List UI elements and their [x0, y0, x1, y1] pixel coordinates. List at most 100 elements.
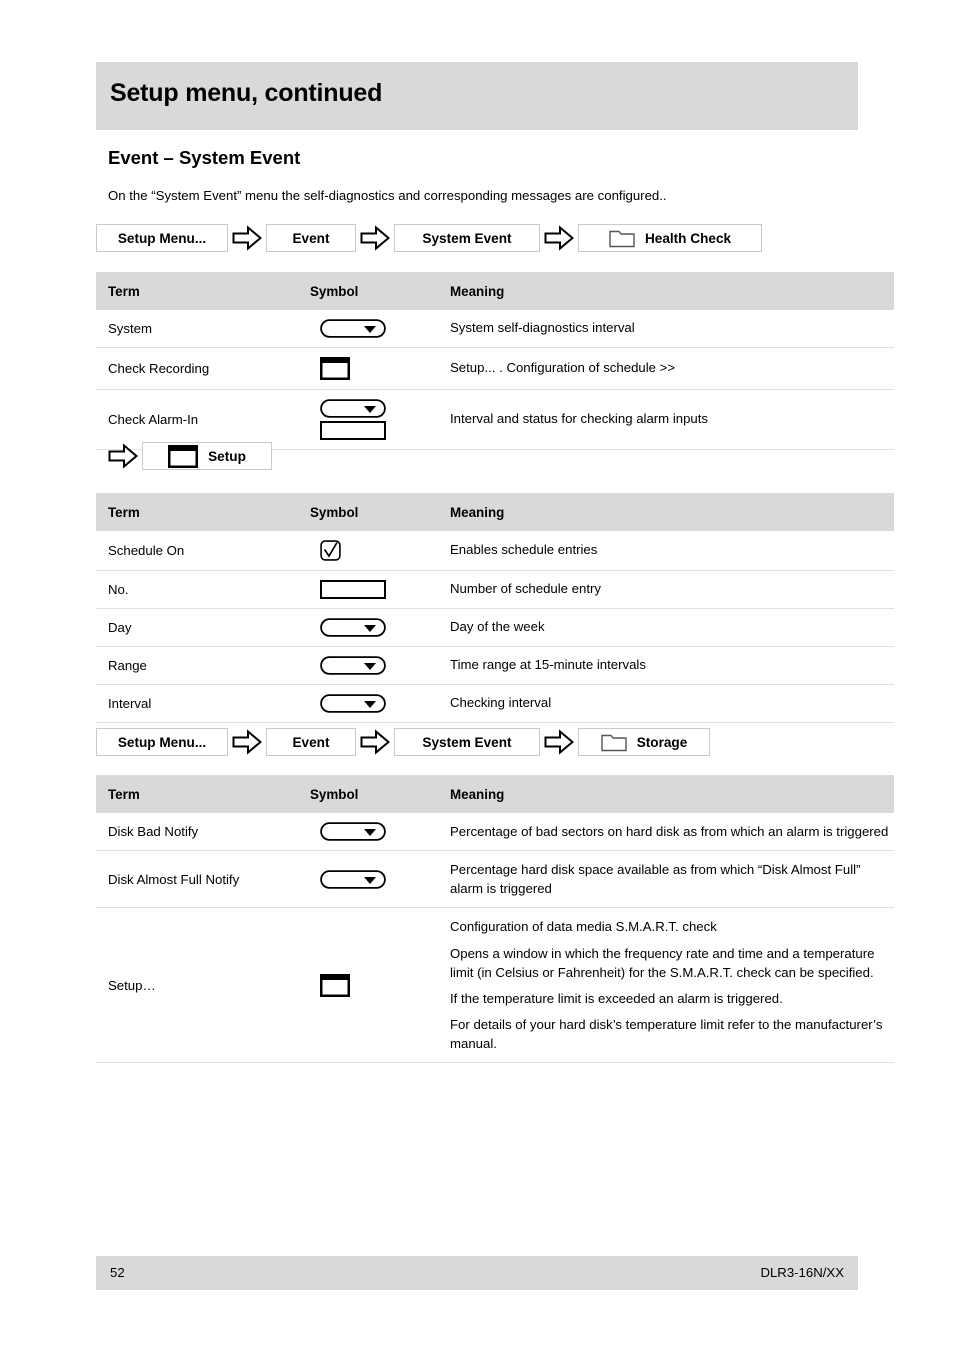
cell-meaning: Enables schedule entries — [438, 531, 894, 571]
breadcrumb-item[interactable]: Event — [266, 224, 356, 252]
column-header-symbol: Symbol — [298, 272, 438, 310]
footer-model-label: DLR3-16N/XX — [760, 1265, 844, 1280]
meaning-text: Interval and status for checking alarm i… — [450, 411, 709, 427]
meaning-paragraph: If the temperature limit is exceeded an … — [450, 990, 783, 1006]
breadcrumb-separator — [356, 729, 394, 755]
cell-symbol — [298, 850, 438, 909]
setup-link-row: Setup — [104, 441, 272, 471]
document-page: Setup menu, continued Event – System Eve… — [0, 0, 954, 1354]
table-row: System System self-diagnostics interval — [96, 310, 894, 348]
column-header-meaning: Meaning — [438, 493, 894, 531]
table-row: No. Number of schedule entry — [96, 570, 894, 609]
table-row: Day Day of the week — [96, 608, 894, 647]
table-row: Disk Bad Notify Percentage of bad sectors… — [96, 813, 894, 852]
breadcrumb-item-label: Health Check — [644, 230, 732, 246]
meaning-text: System self-diagnostics interval — [450, 320, 635, 336]
breadcrumb-item-label: Setup Menu... — [117, 230, 207, 246]
breadcrumb-separator — [540, 729, 578, 755]
cell-term: Day — [96, 608, 298, 647]
breadcrumb-separator — [540, 225, 578, 251]
column-header-symbol: Symbol — [298, 493, 438, 531]
breadcrumb: Setup Menu... Event System Event Storage — [96, 727, 710, 757]
dropdown-icon — [320, 656, 386, 675]
cell-term: Schedule On — [96, 531, 298, 571]
dropdown-icon — [320, 822, 386, 841]
meaning-text: Checking interval — [450, 695, 552, 711]
column-header-term: Term — [96, 775, 298, 813]
cell-meaning: Percentage hard disk space available as … — [438, 850, 894, 909]
breadcrumb-item[interactable]: System Event — [394, 224, 540, 252]
table-body: Schedule On Enables schedule entries No. Nu… — [96, 531, 894, 723]
cell-term: Range — [96, 646, 298, 685]
breadcrumb-item-label: Setup Menu... — [117, 734, 207, 750]
page-title: Setup menu, continued — [110, 79, 383, 107]
column-header-meaning: Meaning — [438, 272, 894, 310]
table-header-row: Term Symbol Meaning — [96, 272, 894, 310]
dropdown-icon — [320, 869, 386, 889]
health-check-table: Term Symbol Meaning System System self-di… — [96, 272, 894, 450]
cell-meaning: Interval and status for checking alarm i… — [438, 389, 894, 450]
meaning-paragraph: Percentage hard disk space available as … — [450, 862, 861, 897]
meaning-paragraph: Percentage of bad sectors on hard disk a… — [450, 824, 889, 839]
column-header-symbol: Symbol — [298, 775, 438, 813]
cell-meaning: Day of the week — [438, 608, 894, 647]
cell-symbol — [298, 347, 438, 390]
cell-meaning: Checking interval — [438, 684, 894, 723]
textbox-icon — [320, 421, 386, 440]
storage-table: Term Symbol Meaning Disk Bad Notify Perce… — [96, 775, 894, 1064]
cell-symbol — [298, 531, 438, 571]
breadcrumb-separator — [228, 225, 266, 251]
right-arrow-icon — [108, 443, 138, 469]
cell-meaning: System self-diagnostics interval — [438, 310, 894, 348]
breadcrumb-item-label: System Event — [422, 230, 512, 246]
right-arrow-icon — [360, 225, 390, 251]
table-row: Schedule On Enables schedule entries — [96, 531, 894, 571]
breadcrumb-item[interactable]: Setup Menu... — [96, 224, 228, 252]
meaning-paragraph: Configuration of data media S.M.A.R.T. c… — [450, 919, 717, 935]
meaning-text: Number of schedule entry — [450, 581, 601, 597]
breadcrumb-separator — [228, 729, 266, 755]
table-row: Disk Almost Full Notify Percentage hard d… — [96, 850, 894, 909]
cell-term: Disk Almost Full Notify — [96, 850, 298, 909]
table-row: Setup… Configuration of data media S.M.A.… — [96, 907, 894, 1064]
cell-meaning: Configuration of data media S.M.A.R.T. c… — [438, 907, 894, 1064]
breadcrumb-item[interactable]: Health Check — [578, 224, 762, 252]
breadcrumb-item[interactable]: Storage — [578, 728, 710, 756]
checkbox-checked-icon — [320, 540, 341, 561]
table-header-row: Term Symbol Meaning — [96, 775, 894, 813]
dropdown-icon — [320, 399, 386, 418]
setup-link-button[interactable]: Setup — [142, 442, 272, 470]
schedule-table: Term Symbol Meaning Schedule On Enables s… — [96, 493, 894, 723]
dropdown-icon — [320, 618, 386, 637]
cell-meaning: Number of schedule entry — [438, 570, 894, 609]
cell-symbol — [298, 389, 438, 450]
folder-icon — [609, 228, 635, 248]
section-intro-text: On the “System Event” menu the self-diag… — [108, 188, 667, 203]
right-arrow-icon — [360, 729, 390, 755]
cell-term: No. — [96, 570, 298, 609]
right-arrow-icon — [544, 729, 574, 755]
breadcrumb-item-label: Event — [292, 230, 330, 246]
breadcrumb-item[interactable]: Event — [266, 728, 356, 756]
footer-band — [96, 1256, 858, 1290]
cell-symbol — [298, 907, 438, 1064]
cell-term: Interval — [96, 684, 298, 723]
column-header-term: Term — [96, 493, 298, 531]
footer-page-number: 52 — [110, 1265, 125, 1280]
table-header-row: Term Symbol Meaning — [96, 493, 894, 531]
textbox-icon — [320, 580, 386, 599]
table-row: Check Recording Setup... . Configuration … — [96, 347, 894, 390]
meaning-text: Time range at 15-minute intervals — [450, 657, 646, 673]
cell-meaning: Percentage of bad sectors on hard disk a… — [438, 813, 894, 852]
window-icon — [168, 444, 199, 468]
breadcrumb-item[interactable]: System Event — [394, 728, 540, 756]
breadcrumb-item-label: Event — [292, 734, 330, 750]
cell-symbol — [298, 310, 438, 348]
window-icon — [320, 357, 350, 380]
cell-meaning: Setup... . Configuration of schedule >> — [438, 347, 894, 390]
right-arrow-icon — [232, 729, 262, 755]
breadcrumb-item[interactable]: Setup Menu... — [96, 728, 228, 756]
meaning-text: Setup... . Configuration of schedule >> — [450, 360, 676, 376]
section-heading: Event – System Event — [108, 147, 301, 168]
table-body: System System self-diagnostics interval Ch… — [96, 310, 894, 450]
